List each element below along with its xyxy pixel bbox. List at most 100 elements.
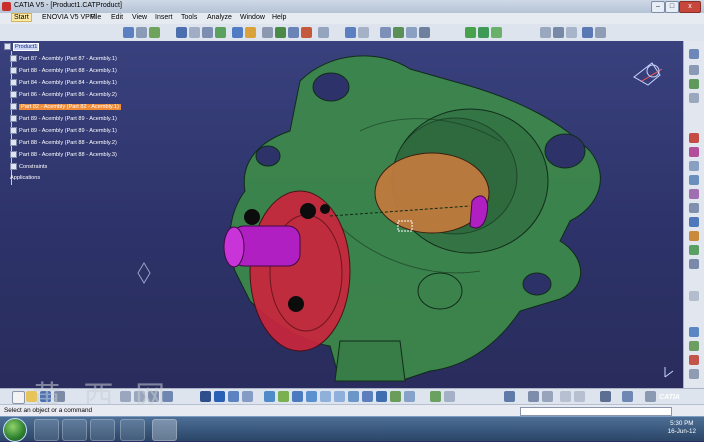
toolbar-icon[interactable] [689,147,699,157]
toolbar-icon[interactable] [149,27,160,38]
toolbar-icon[interactable] [566,27,577,38]
toolbar-icon[interactable] [189,27,200,38]
new-icon[interactable] [12,391,25,404]
toolbar-icon[interactable] [689,93,699,103]
menu-edit[interactable]: Edit [111,14,123,21]
toolbar-icon[interactable] [645,391,656,402]
firefox-task-icon[interactable] [90,419,115,441]
toolbar-icon[interactable] [689,355,699,365]
toolbar-icon[interactable] [689,189,699,199]
swap-visible-icon[interactable] [404,391,415,402]
toolbar-icon[interactable] [689,217,699,227]
toolbar-icon[interactable] [574,391,585,402]
normal-view-icon[interactable] [348,391,359,402]
minimize-button[interactable]: – [651,1,665,13]
toolbar-icon[interactable] [318,27,329,38]
toolbar-icon[interactable] [689,327,699,337]
toolbar-icon[interactable] [176,27,187,38]
toolbar-icon[interactable] [200,391,211,402]
tree-constraints[interactable]: Constraints [10,163,47,173]
toolbar-icon[interactable] [689,369,699,379]
toolbar-icon[interactable] [123,27,134,38]
photoshop-task-icon[interactable] [120,419,145,441]
toolbar-icon[interactable] [245,27,256,38]
toolbar-icon[interactable] [582,27,593,38]
menu-view[interactable]: View [132,14,147,21]
zoom-out-icon[interactable] [334,391,345,402]
3d-viewport[interactable]: Product1 Part 87 - Acembly (Part 87 - Ac… [0,41,683,388]
tree-item[interactable]: Part 88 - Acembly (Part 88 - Acembly.1) [10,67,117,77]
render-style-icon[interactable] [376,391,387,402]
toolbar-icon[interactable] [689,231,699,241]
toolbar-icon[interactable] [288,27,299,38]
toolbar-icon[interactable] [689,49,699,59]
chrome-task-icon[interactable] [62,419,87,441]
toolbar-icon[interactable] [689,175,699,185]
tree-item[interactable]: Part 84 - Acembly (Part 84 - Acembly.1) [10,79,117,89]
tree-item[interactable]: Part 88 - Acembly (Part 88 - Acembly.3) [10,151,117,161]
hide-show-icon[interactable] [390,391,401,402]
fit-all-icon[interactable] [278,391,289,402]
toolbar-icon[interactable] [242,391,253,402]
tree-item[interactable]: Part 86 - Acembly (Part 86 - Acembly.2) [10,91,117,101]
toolbar-icon[interactable] [689,79,699,89]
toolbar-icon[interactable] [202,27,213,38]
tree-item-selected[interactable]: Part 82 - Acembly (Part 82 - Acembly.1) [10,103,121,113]
pan-icon[interactable] [292,391,303,402]
start-button[interactable] [3,418,27,442]
catia-app-icon[interactable] [2,2,11,11]
toolbar-icon[interactable] [689,341,699,351]
toolbar-icon[interactable] [215,27,226,38]
menu-tools[interactable]: Tools [181,14,197,21]
toolbar-icon[interactable] [228,391,239,402]
tree-item[interactable]: Part 88 - Acembly (Part 88 - Acembly.2) [10,139,117,149]
toolbar-icon[interactable] [478,27,489,38]
toolbar-icon[interactable] [430,391,441,402]
toolbar-icon[interactable] [465,27,476,38]
toolbar-icon[interactable] [275,27,286,38]
close-button[interactable]: x [679,1,701,13]
toolbar-icon[interactable] [622,391,633,402]
toolbar-icon[interactable] [393,27,404,38]
toolbar-icon[interactable] [491,27,502,38]
toolbar-icon[interactable] [419,27,430,38]
toolbar-icon[interactable] [444,391,455,402]
toolbar-icon[interactable] [301,27,312,38]
toolbar-icon[interactable] [528,391,539,402]
tree-item[interactable]: Part 87 - Acembly (Part 87 - Acembly.1) [10,55,117,65]
toolbar-icon[interactable] [542,391,553,402]
toolbar-icon[interactable] [689,245,699,255]
toolbar-icon[interactable] [560,391,571,402]
toolbar-icon[interactable] [689,259,699,269]
toolbar-icon[interactable] [380,27,391,38]
explorer-task-icon[interactable] [34,419,59,441]
menu-help[interactable]: Help [272,14,286,21]
toolbar-icon[interactable] [345,27,356,38]
toolbar-icon[interactable] [689,291,699,301]
toolbar-icon[interactable] [262,27,273,38]
views-icon[interactable] [362,391,373,402]
maximize-button[interactable]: □ [665,1,679,13]
toolbar-icon[interactable] [504,391,515,402]
fly-mode-icon[interactable] [264,391,275,402]
toolbar-icon[interactable] [689,65,699,75]
menu-enovia[interactable]: ENOVIA V5 VPM [42,14,96,21]
menu-window[interactable]: Window [240,14,265,21]
menu-analyze[interactable]: Analyze [207,14,232,21]
menu-start[interactable]: Start [11,13,32,22]
menu-file[interactable]: File [90,14,101,21]
menu-insert[interactable]: Insert [155,14,173,21]
zoom-in-icon[interactable] [320,391,331,402]
rotate-icon[interactable] [306,391,317,402]
toolbar-icon[interactable] [595,27,606,38]
toolbar-icon[interactable] [600,391,611,402]
tree-root[interactable]: Product1 [4,42,40,53]
toolbar-icon[interactable] [689,133,699,143]
system-clock[interactable]: 5:30 PM 16-Jun-12 [668,420,696,436]
command-input[interactable] [520,407,672,416]
toolbar-icon[interactable] [689,203,699,213]
tree-applications[interactable]: Applications [10,175,40,185]
tree-item[interactable]: Part 89 - Acembly (Part 89 - Acembly.1) [10,115,117,125]
toolbar-icon[interactable] [214,391,225,402]
toolbar-icon[interactable] [540,27,551,38]
